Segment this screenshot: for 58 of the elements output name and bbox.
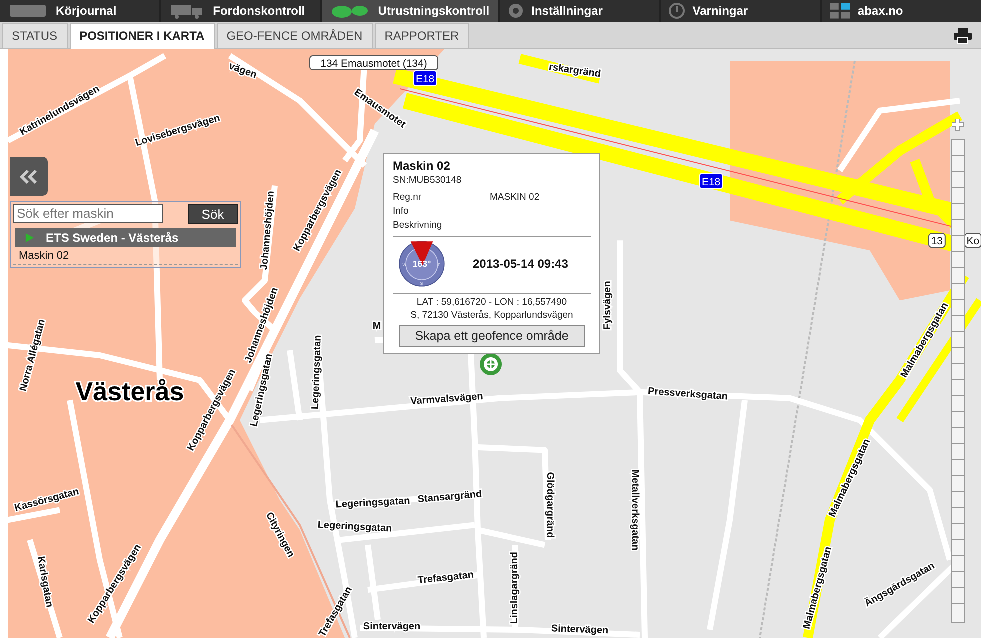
keyboard-icon bbox=[8, 3, 48, 19]
route-shield: 134 Emausmotet (134) bbox=[310, 56, 438, 70]
search-field[interactable]: Sök efter maskin bbox=[13, 204, 163, 223]
collapse-button[interactable] bbox=[10, 157, 48, 196]
route-shield: 13 bbox=[928, 233, 946, 248]
popup-title: Maskin 02 bbox=[393, 159, 452, 173]
address-text: S, 72130 Västerås, Kopparlundsvägen bbox=[410, 310, 574, 321]
create-geofence-button[interactable]: Skapa ett geofence område bbox=[399, 325, 585, 347]
street-label: Pressverksgatan bbox=[648, 386, 728, 403]
city-label: Västerås bbox=[76, 376, 184, 406]
street-label: Varmvalsvägen bbox=[410, 392, 484, 408]
machine-item[interactable]: Maskin 02 bbox=[13, 247, 238, 265]
street-label: Karlsgatan bbox=[34, 556, 55, 608]
grid-icon bbox=[830, 3, 850, 19]
field-label: Info bbox=[393, 206, 410, 217]
street-label: Legeringsgatan bbox=[336, 496, 410, 511]
street-label: Fylsvägen bbox=[602, 281, 614, 330]
equipment-icon bbox=[330, 3, 370, 19]
tab[interactable]: RAPPORTER bbox=[374, 23, 470, 48]
street-label: Stansargränd bbox=[417, 489, 483, 506]
field-label: Beskrivning bbox=[393, 220, 444, 231]
group-row[interactable]: ETS Sweden - Västerås bbox=[15, 228, 236, 247]
street-label: M bbox=[372, 321, 382, 332]
field-value: MASKIN 02 bbox=[490, 192, 541, 203]
street-label: Metallverksgatan bbox=[629, 470, 640, 551]
nav-item[interactable]: abax.no bbox=[822, 0, 981, 22]
nav-item[interactable]: Körjournal bbox=[0, 0, 160, 22]
highway-shield: E18 bbox=[414, 70, 438, 86]
route-shield: Ko bbox=[964, 233, 981, 248]
nav-item[interactable]: Varningar bbox=[660, 0, 820, 22]
search-button[interactable]: Sök bbox=[188, 204, 238, 224]
coordinates-text: LAT : 59,616720 - LON : 16,557490 bbox=[416, 297, 568, 308]
street-label: Legeringsgatan bbox=[310, 335, 324, 410]
tab[interactable]: STATUS bbox=[2, 23, 68, 48]
field-label: Reg.nr bbox=[393, 192, 423, 203]
street-label: Linslagargränd bbox=[510, 552, 521, 624]
tab[interactable]: GEO-FENCE OMRÅDEN bbox=[216, 23, 373, 48]
group-label: ETS Sweden - Västerås bbox=[46, 230, 179, 244]
tab[interactable]: POSITIONER I KARTA bbox=[70, 23, 215, 49]
street-label: Legeringsgatan bbox=[318, 520, 392, 535]
timestamp: 2013-05-14 09:43 bbox=[473, 257, 568, 271]
street-label: vägen bbox=[228, 61, 258, 82]
double-chevron-icon bbox=[19, 168, 39, 184]
print-icon[interactable] bbox=[954, 28, 972, 44]
street-label: Sintervägen bbox=[363, 622, 421, 633]
highway-shield: E18 bbox=[700, 173, 724, 190]
nav-item[interactable]: Fordonskontroll bbox=[161, 0, 320, 22]
location-marker-icon[interactable] bbox=[480, 353, 502, 376]
serial-number: SN:MUB530148 bbox=[393, 175, 463, 186]
street-label: Sintervägen bbox=[551, 624, 609, 637]
nav-item[interactable]: Utrustningskontroll bbox=[322, 0, 498, 22]
street-label: Trefasgatan bbox=[418, 570, 474, 587]
street-label: Glödgargränd bbox=[544, 472, 556, 538]
street-label: Johanneshöjden bbox=[259, 190, 278, 271]
gear-icon bbox=[508, 3, 524, 19]
street-label: rskargränd bbox=[548, 62, 602, 80]
nav-item[interactable]: Inställningar bbox=[500, 0, 659, 22]
zoom-in-icon[interactable] bbox=[952, 119, 964, 131]
